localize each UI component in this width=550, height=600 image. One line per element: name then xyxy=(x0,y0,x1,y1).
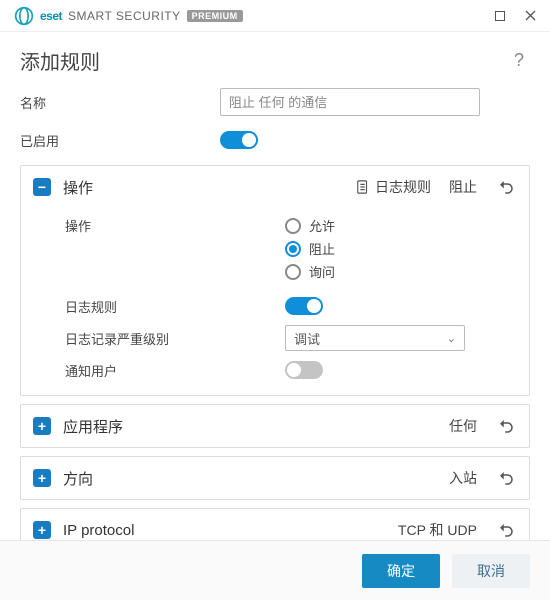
enabled-label: 已启用 xyxy=(20,131,220,150)
panel-protocol-summary: TCP 和 UDP xyxy=(398,520,477,540)
expand-icon: + xyxy=(33,521,51,539)
panel-direction-revert[interactable] xyxy=(495,467,517,489)
action-radio-allow[interactable]: 允许 xyxy=(285,216,335,235)
severity-select[interactable]: 调试 ⌄ xyxy=(285,325,465,351)
undo-icon xyxy=(497,521,515,539)
content-scroll[interactable]: 名称 已启用 − 操作 日志规则 阻止 xyxy=(0,81,550,540)
action-radio-block[interactable]: 阻止 xyxy=(285,239,335,258)
page-title: 添加规则 xyxy=(20,46,100,75)
panel-application: + 应用程序 任何 xyxy=(20,404,530,448)
cancel-button[interactable]: 取消 xyxy=(452,554,530,588)
panel-direction-summary: 入站 xyxy=(449,468,477,488)
log-rule-toggle[interactable] xyxy=(285,297,323,315)
panel-action-revert[interactable] xyxy=(495,176,517,198)
expand-icon: + xyxy=(33,417,51,435)
log-rule-icon xyxy=(355,179,371,195)
page-header: 添加规则 ? xyxy=(0,32,550,81)
panel-application-header[interactable]: + 应用程序 任何 xyxy=(21,405,529,447)
panel-direction-title: 方向 xyxy=(63,468,93,489)
action-radio-ask-label: 询问 xyxy=(309,262,335,281)
name-label: 名称 xyxy=(20,93,220,112)
panel-direction: + 方向 入站 xyxy=(20,456,530,500)
action-radio-allow-label: 允许 xyxy=(309,216,335,235)
undo-icon xyxy=(497,178,515,196)
panel-application-revert[interactable] xyxy=(495,415,517,437)
brand-name: SMART SECURITY xyxy=(68,9,181,23)
notify-toggle[interactable] xyxy=(285,361,323,379)
rule-name-input[interactable] xyxy=(220,88,480,116)
panel-protocol-title: IP protocol xyxy=(63,522,134,539)
expand-icon: + xyxy=(33,469,51,487)
enabled-toggle[interactable] xyxy=(220,131,258,149)
footer: 确定 取消 xyxy=(0,540,550,600)
action-sub-label: 操作 xyxy=(65,216,285,235)
close-button[interactable] xyxy=(516,4,544,28)
panel-application-title: 应用程序 xyxy=(63,416,123,437)
chevron-down-icon: ⌄ xyxy=(447,332,456,345)
panel-application-summary: 任何 xyxy=(449,416,477,436)
ok-button[interactable]: 确定 xyxy=(362,554,440,588)
brand-edition-badge: PREMIUM xyxy=(187,10,243,22)
brand-logo: eset SMART SECURITY PREMIUM xyxy=(14,6,243,26)
panel-action-log-summary: 日志规则 xyxy=(375,177,431,197)
eset-logo-icon xyxy=(14,6,34,26)
panel-direction-header[interactable]: + 方向 入站 xyxy=(21,457,529,499)
panel-protocol: + IP protocol TCP 和 UDP xyxy=(20,508,530,540)
log-rule-sub-label: 日志规则 xyxy=(65,297,285,316)
action-radio-ask[interactable]: 询问 xyxy=(285,262,335,281)
panel-action: − 操作 日志规则 阻止 操作 xyxy=(20,165,530,396)
panel-action-value-summary: 阻止 xyxy=(449,177,477,197)
panel-action-title: 操作 xyxy=(63,177,93,198)
notify-sub-label: 通知用户 xyxy=(65,361,285,380)
action-radio-block-label: 阻止 xyxy=(309,239,335,258)
help-button[interactable]: ? xyxy=(508,48,530,73)
titlebar: eset SMART SECURITY PREMIUM xyxy=(0,0,550,32)
panel-protocol-revert[interactable] xyxy=(495,519,517,540)
undo-icon xyxy=(497,469,515,487)
panel-protocol-header[interactable]: + IP protocol TCP 和 UDP xyxy=(21,509,529,540)
severity-sub-label: 日志记录严重级别 xyxy=(65,329,285,348)
undo-icon xyxy=(497,417,515,435)
collapse-icon: − xyxy=(33,178,51,196)
panel-action-header[interactable]: − 操作 日志规则 阻止 xyxy=(21,166,529,208)
maximize-button[interactable] xyxy=(486,4,514,28)
severity-select-value: 调试 xyxy=(294,329,320,348)
